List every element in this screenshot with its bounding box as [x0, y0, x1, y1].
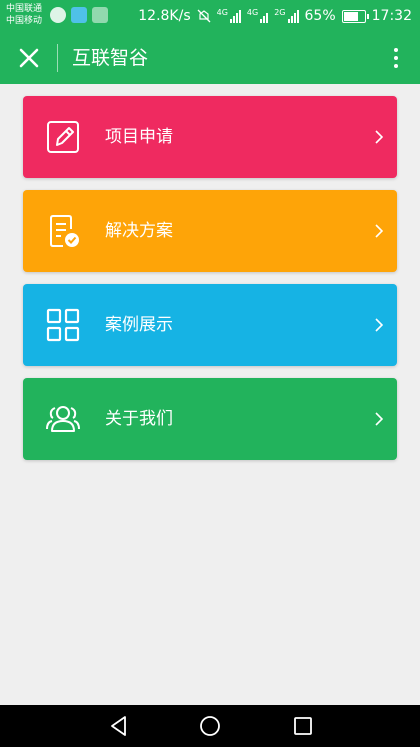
menu-item-about-us[interactable]: 关于我们: [23, 378, 397, 460]
status-right: 12.8K/s 4G 4G 2G 65% 17:32: [138, 0, 412, 32]
menu-list: 项目申请 解决方案 案例展示 关于我们: [23, 96, 397, 472]
app-notification-icon: [50, 7, 66, 23]
edit-icon: [47, 121, 79, 153]
app-header: 互联智谷: [0, 32, 420, 84]
location-notification-icon: [71, 7, 87, 23]
back-triangle-icon: [111, 716, 126, 736]
net-4g-label: 4G: [216, 8, 228, 17]
signal-4g-icon: 4G: [217, 9, 241, 23]
grid-icon: [46, 308, 80, 342]
chevron-right-icon: [375, 130, 383, 144]
menu-item-label: 项目申请: [105, 127, 173, 147]
signal-4g-2-icon: 4G: [246, 8, 269, 23]
chevron-right-icon: [375, 412, 383, 426]
system-nav-bar: [0, 705, 420, 747]
menu-item-label: 关于我们: [105, 409, 173, 429]
home-button[interactable]: [198, 714, 222, 738]
menu-item-solutions[interactable]: 解决方案: [23, 190, 397, 272]
signal-2g-icon: 2G: [274, 8, 299, 23]
close-icon: [19, 48, 39, 68]
clock: 17:32: [371, 8, 412, 24]
users-icon: [46, 406, 80, 432]
net-speed: 12.8K/s: [138, 8, 191, 24]
carrier-names: 中国联通 中国移动: [6, 3, 42, 27]
mute-icon: [197, 9, 211, 23]
more-menu-button[interactable]: [386, 42, 406, 74]
header-divider: [57, 44, 58, 72]
carrier-2: 中国移动: [6, 16, 43, 26]
more-dot: [394, 64, 398, 68]
battery-icon: [341, 9, 369, 23]
chevron-right-icon: [375, 318, 383, 332]
menu-item-label: 解决方案: [105, 221, 173, 241]
status-bar: 中国联通 中国移动 12.8K/s 4G 4G 2G 65% 17:32: [0, 0, 420, 32]
page-title: 互联智谷: [72, 47, 149, 69]
recents-button[interactable]: [291, 714, 315, 738]
image-notification-icon: [92, 7, 108, 23]
chevron-right-icon: [375, 224, 383, 238]
recents-square-icon: [294, 717, 312, 735]
net-2g-label: 2G: [274, 8, 286, 17]
back-button[interactable]: [107, 714, 131, 738]
battery-percent: 65%: [304, 8, 336, 24]
close-button[interactable]: [14, 43, 44, 73]
net-4g-label-2: 4G: [246, 8, 259, 17]
menu-item-label: 案例展示: [105, 315, 173, 335]
home-circle-icon: [200, 716, 220, 736]
carrier-1: 中国联通: [6, 4, 43, 14]
document-check-icon: [50, 215, 79, 247]
more-dot: [394, 48, 398, 52]
notification-icons: [50, 7, 108, 23]
menu-item-project-apply[interactable]: 项目申请: [23, 96, 397, 178]
menu-item-case-showcase[interactable]: 案例展示: [23, 284, 397, 366]
more-dot: [394, 56, 398, 60]
